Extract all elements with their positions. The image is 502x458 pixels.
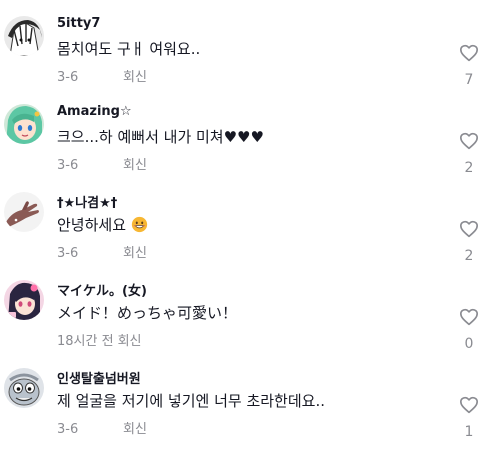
comment-meta: 18시간 전 회신: [57, 330, 141, 349]
grinning-face-icon: [131, 216, 147, 233]
like-group: 1: [458, 396, 480, 440]
comment-item: 인생탈출넘버원 제 얼굴을 저기에 넣기엔 너무 초라한데요.. 3-6 회신 1: [0, 368, 502, 456]
heart-icon[interactable]: [459, 132, 479, 150]
manga-avatar-icon[interactable]: [4, 16, 44, 56]
heart-icon[interactable]: [459, 220, 479, 238]
comment-text-content: 안녕하세요: [57, 216, 127, 234]
comment-username[interactable]: Amazing☆: [57, 104, 132, 119]
comment-text: 제 얼굴을 저기에 넣기엔 너무 초라한데요..: [57, 392, 325, 410]
anime-green-hair-avatar-icon[interactable]: [4, 104, 44, 144]
reply-button[interactable]: 회신: [123, 242, 147, 261]
comment-meta: 3-6 회신: [57, 242, 147, 261]
reply-button[interactable]: 회신: [123, 154, 147, 173]
hand-avatar-icon[interactable]: [4, 192, 44, 232]
comment-username[interactable]: マイケル。(女): [57, 280, 147, 299]
comment-date: 3-6: [57, 422, 79, 437]
heart-icon[interactable]: [459, 308, 479, 326]
comment-date: 3-6: [57, 158, 79, 173]
comment-meta: 3-6 회신: [57, 154, 147, 173]
like-group: 0: [458, 308, 480, 352]
reply-button[interactable]: 회신: [118, 330, 142, 349]
like-count: 2: [464, 248, 474, 264]
like-group: 2: [458, 132, 480, 176]
comment-text: メイド！めっちゃ可愛い！: [57, 304, 238, 322]
comment-meta: 3-6 회신: [57, 66, 147, 85]
comment-meta: 3-6 회신: [57, 418, 147, 437]
comment-username[interactable]: 인생탈출넘버원: [57, 368, 141, 387]
comment-date: 18시간 전: [57, 334, 114, 349]
reply-button[interactable]: 회신: [123, 418, 147, 437]
like-count: 0: [464, 336, 474, 352]
like-count: 1: [464, 424, 474, 440]
like-group: 2: [458, 220, 480, 264]
comment-date: 3-6: [57, 246, 79, 261]
cartoon-character-avatar-icon[interactable]: [4, 368, 44, 408]
comment-item: マイケル。(女) メイド！めっちゃ可愛い！ 18시간 전 회신 0: [0, 280, 502, 368]
like-count: 7: [464, 72, 474, 88]
comment-item: Amazing☆ 크으...하 예뻐서 내가 미쳐♥♥♥ 3-6 회신 2: [0, 104, 502, 192]
comment-list: 5itty7 몸치여도 구ㅐ 여워요.. 3-6 회신 7 Amazing☆ 크…: [0, 0, 502, 458]
anime-pink-avatar-icon[interactable]: [4, 280, 44, 320]
like-group: 7: [458, 44, 480, 88]
comment-username[interactable]: †★나겸★†: [57, 192, 117, 211]
comment-date: 3-6: [57, 70, 79, 85]
comment-text: 크으...하 예뻐서 내가 미쳐♥♥♥: [57, 128, 264, 146]
comment-item: †★나겸★† 안녕하세요 3-6 회신 2: [0, 192, 502, 280]
like-count: 2: [464, 160, 474, 176]
comment-text: 몸치여도 구ㅐ 여워요..: [57, 40, 201, 58]
comment-text: 안녕하세요: [57, 214, 148, 235]
heart-icon[interactable]: [459, 44, 479, 62]
reply-button[interactable]: 회신: [123, 66, 147, 85]
comment-item: 5itty7 몸치여도 구ㅐ 여워요.. 3-6 회신 7: [0, 16, 502, 104]
heart-icon[interactable]: [459, 396, 479, 414]
comment-username[interactable]: 5itty7: [57, 16, 100, 31]
